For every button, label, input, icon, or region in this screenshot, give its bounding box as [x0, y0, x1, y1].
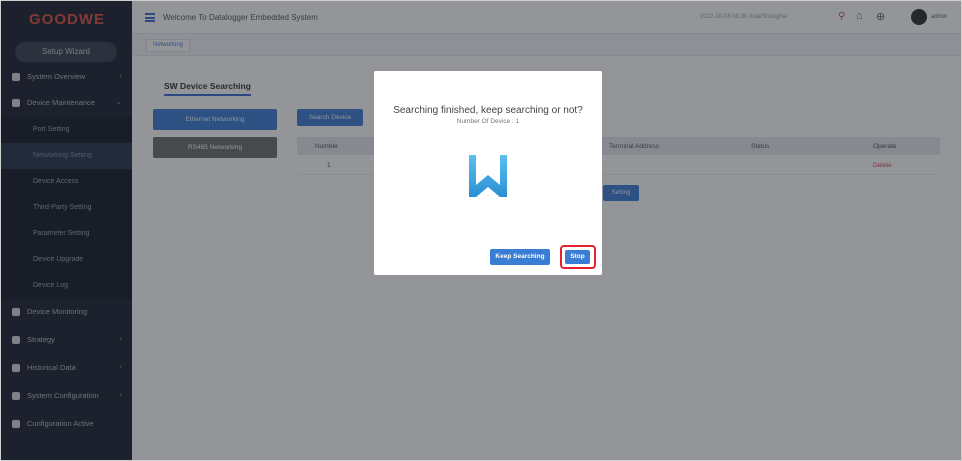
dialog-title: Searching finished, keep searching or no… [393, 105, 583, 116]
search-result-dialog: Searching finished, keep searching or no… [374, 71, 602, 275]
stop-button-highlight[interactable]: Stop [560, 245, 596, 269]
stop-button[interactable]: Stop [565, 250, 590, 264]
device-count-label: Number Of Device : 1 [456, 118, 520, 125]
app-window: GOODWE Setup Wizard System Overview ‹ De… [0, 0, 962, 461]
keep-searching-button[interactable]: Keep Searching [490, 249, 550, 265]
w-logo-icon [469, 155, 507, 197]
